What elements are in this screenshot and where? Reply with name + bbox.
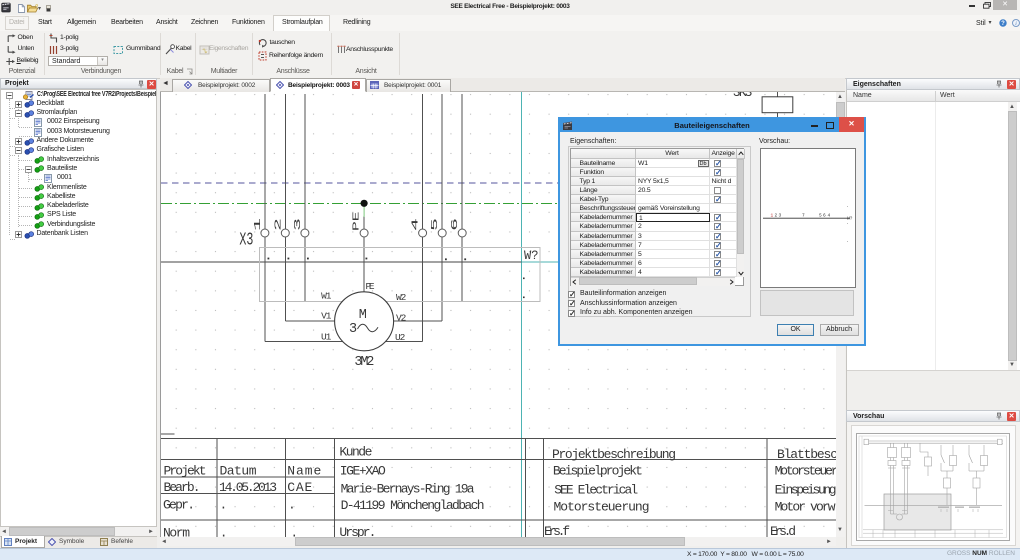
svg-text:Motorsteuerung: Motorsteuerung [554, 500, 650, 515]
svg-text:6: 6 [823, 212, 826, 218]
svg-text:Motorsteuer: Motorsteuer [775, 464, 839, 479]
svg-text:IGE+XAO: IGE+XAO [340, 464, 386, 479]
svg-text:Marie-Bernays-Ring 19a: Marie-Bernays-Ring 19a [341, 481, 475, 496]
svg-text:Projektbeschreibung: Projektbeschreibung [552, 447, 676, 462]
svg-text:.: . [846, 204, 849, 209]
svg-text:.: . [220, 526, 228, 537]
svg-text:5: 5 [819, 212, 822, 218]
svg-text:.: . [290, 526, 298, 537]
svg-text:6: 6 [449, 217, 460, 231]
svg-text:CAE: CAE [287, 480, 312, 495]
svg-text:SEE Electrical: SEE Electrical [554, 482, 638, 497]
svg-text:.: . [220, 497, 228, 512]
svg-text:Urspr.: Urspr. [339, 525, 376, 537]
svg-text:Kunde: Kunde [339, 444, 372, 459]
svg-text:1: 1 [770, 212, 773, 218]
svg-text:Bearb.: Bearb. [164, 480, 201, 495]
svg-text:Motor vorw: Motor vorw [775, 500, 836, 515]
svg-text:Projekt: Projekt [164, 464, 207, 479]
svg-text:3: 3 [292, 217, 303, 231]
svg-text:5: 5 [429, 217, 440, 231]
svg-text:V1: V1 [321, 310, 332, 321]
svg-text:Norm: Norm [163, 526, 190, 537]
svg-text:U1: U1 [321, 332, 332, 343]
svg-text:W1: W1 [321, 291, 332, 302]
svg-text:4: 4 [827, 212, 830, 218]
svg-text:Name: Name [287, 464, 321, 479]
svg-text:M: M [359, 308, 367, 323]
svg-text:Ers.f: Ers.f [544, 524, 570, 537]
svg-text:?: ? [1001, 21, 1005, 27]
svg-text:Einspeisung: Einspeisung [775, 482, 837, 497]
svg-text:3: 3 [349, 322, 357, 337]
svg-text:2: 2 [272, 217, 283, 231]
svg-text:D-41199 Mönchengladbach: D-41199 Mönchengladbach [341, 498, 485, 513]
svg-text:U2: U2 [395, 332, 406, 343]
svg-text:3: 3 [778, 212, 781, 218]
svg-text:X3: X3 [239, 230, 253, 250]
svg-text:.: . [288, 497, 296, 512]
svg-text:7: 7 [802, 212, 805, 218]
svg-text:W2: W2 [396, 292, 407, 303]
svg-text:Blattbesc: Blattbesc [777, 447, 838, 462]
svg-text:.: . [846, 239, 849, 244]
svg-text:Datum: Datum [220, 464, 257, 479]
svg-text:Ers.d: Ers.d [770, 524, 796, 537]
svg-text:.: . [846, 221, 849, 226]
svg-text:PE: PE [366, 281, 375, 292]
svg-text:3K3: 3K3 [733, 92, 753, 100]
svg-text:14.05.2013: 14.05.2013 [219, 480, 277, 495]
svg-text:1: 1 [252, 217, 263, 231]
svg-text:Gepr.: Gepr. [163, 497, 195, 512]
svg-text:V2: V2 [396, 312, 407, 323]
svg-text:4: 4 [410, 217, 421, 231]
svg-text:Beispielprojekt: Beispielprojekt [553, 464, 643, 479]
svg-text:2: 2 [774, 212, 777, 218]
svg-text:PE: PE [351, 211, 362, 231]
svg-text:W?: W? [524, 248, 539, 263]
svg-text:3M2: 3M2 [354, 355, 374, 370]
